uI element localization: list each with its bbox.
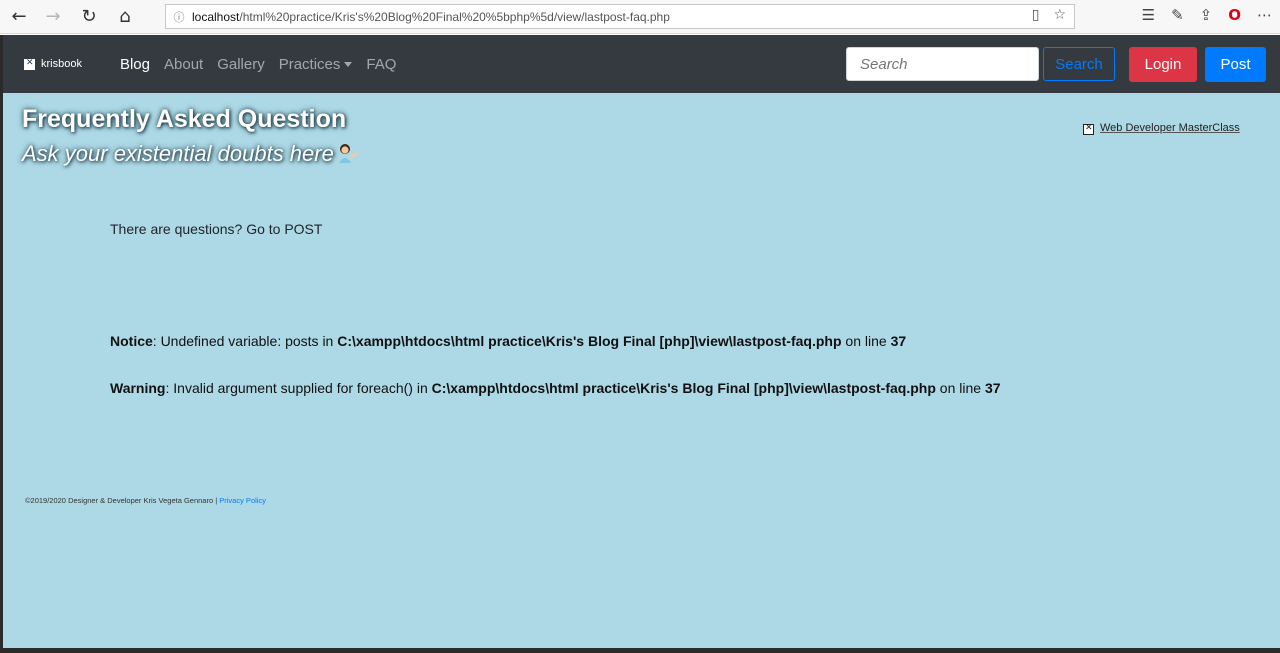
main-content: Frequently Asked Question Ask your exist… — [3, 93, 1280, 648]
notice-line: 37 — [890, 333, 907, 349]
reading-view-icon[interactable]: ▯ — [1032, 7, 1040, 23]
window-edge — [0, 35, 3, 648]
nav-link-blog[interactable]: Blog — [113, 56, 157, 73]
nav-links: Blog About Gallery Practices FAQ — [113, 56, 403, 73]
caret-down-icon — [344, 62, 353, 68]
notice-file: C:\xampp\htdocs\html practice\Kris's Blo… — [337, 333, 842, 349]
ad-banner[interactable]: Web Developer MasterClass — [1083, 122, 1253, 136]
nav-link-gallery[interactable]: Gallery — [210, 56, 272, 73]
ad-banner-text: Web Developer MasterClass — [1100, 122, 1240, 134]
url-text[interactable]: localhost/html%20practice/Kris's%20Blog%… — [192, 10, 670, 24]
warning-label: Warning — [110, 380, 166, 396]
nav-dropdown-practices-label: Practices — [278, 55, 341, 73]
footer-text: ©2019/2020 Designer & Developer Kris Veg… — [25, 496, 220, 505]
person-tipping-hand-icon — [338, 144, 358, 163]
forward-icon[interactable]: → — [38, 2, 68, 32]
page-subtitle: Ask your existential doubts here — [22, 141, 360, 167]
nav-link-about[interactable]: About — [157, 56, 210, 73]
broken-image-icon — [24, 58, 35, 70]
nav-dropdown-practices[interactable]: Practices — [272, 56, 360, 73]
warning-message: : Invalid argument supplied for foreach(… — [165, 380, 432, 396]
questions-text: There are questions? Go to POST — [110, 221, 323, 237]
login-button[interactable]: Login — [1129, 47, 1197, 82]
warning-file: C:\xampp\htdocs\html practice\Kris's Blo… — [431, 380, 936, 396]
page-subtitle-text: Ask your existential doubts here — [22, 141, 334, 166]
address-bar[interactable]: ⓘ localhost/html%20practice/Kris's%20Blo… — [165, 4, 1075, 29]
notice-message: : Undefined variable: posts in — [152, 333, 338, 349]
broken-image-icon — [1083, 123, 1094, 135]
favorites-list-icon[interactable]: ☰ — [1142, 6, 1155, 24]
search-input[interactable] — [846, 47, 1039, 81]
share-icon[interactable]: ⇪ — [1200, 6, 1213, 24]
pen-icon[interactable]: ✎ — [1171, 6, 1184, 24]
notice-label: Notice — [110, 333, 153, 349]
back-icon[interactable]: ← — [4, 2, 34, 32]
more-menu-icon[interactable]: ⋯ — [1257, 6, 1272, 24]
opera-icon[interactable]: O — [1228, 6, 1241, 24]
refresh-icon[interactable]: ↻ — [74, 2, 104, 32]
browser-toolbar: ← → ↻ ⌂ ⓘ localhost/html%20practice/Kris… — [0, 0, 1280, 34]
footer: ©2019/2020 Designer & Developer Kris Veg… — [25, 496, 266, 505]
privacy-policy-link[interactable]: Privacy Policy — [219, 496, 266, 505]
php-warning: Warning: Invalid argument supplied for f… — [110, 380, 1001, 396]
warning-on-line: on line — [935, 380, 985, 396]
page-title: Frequently Asked Question — [22, 105, 347, 133]
search-button[interactable]: Search — [1043, 47, 1115, 81]
taskbar-edge — [0, 648, 1280, 653]
nav-link-faq[interactable]: FAQ — [359, 56, 403, 73]
post-button[interactable]: Post — [1205, 47, 1266, 82]
php-notice: Notice: Undefined variable: posts in C:\… — [110, 333, 906, 349]
warning-line: 37 — [984, 380, 1001, 396]
favorite-star-icon[interactable]: ☆ — [1053, 7, 1066, 23]
site-navbar: krisbook Blog About Gallery Practices FA… — [3, 35, 1280, 93]
home-icon[interactable]: ⌂ — [110, 2, 140, 32]
brand-link[interactable]: krisbook — [24, 58, 82, 70]
notice-on-line: on line — [841, 333, 891, 349]
info-icon[interactable]: ⓘ — [166, 9, 192, 25]
brand-text: krisbook — [41, 58, 82, 70]
